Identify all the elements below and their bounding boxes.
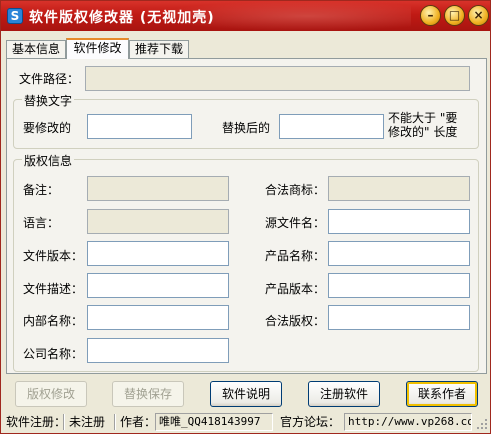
modify-copyright-button[interactable]: 版权修改 — [15, 381, 87, 407]
product-name-label: 产品名称： — [265, 249, 326, 263]
trademark-label: 合法商标： — [265, 183, 326, 197]
file-version-label: 文件版本： — [23, 249, 84, 263]
resize-grip-icon[interactable] — [473, 413, 489, 431]
registration-status: 未注册 — [69, 415, 106, 429]
status-divider — [63, 414, 65, 430]
file-path-label: 文件路径： — [19, 72, 80, 86]
maximize-button[interactable]: □ — [444, 5, 465, 26]
minimize-button[interactable]: – — [420, 5, 441, 26]
window-title: 软件版权修改器 (无视加壳) — [29, 10, 215, 26]
legal-copyright-label: 合法版权： — [265, 314, 326, 328]
registration-label: 软件注册： — [6, 415, 67, 429]
replace-after-label: 替换后的 — [222, 121, 271, 135]
register-button[interactable]: 注册软件 — [308, 381, 380, 407]
original-filename-label: 源文件名： — [265, 216, 326, 230]
language-label: 语言： — [23, 216, 60, 230]
replace-length-note: 不能大于 "要修改的" 长度 — [388, 111, 458, 139]
replace-save-button[interactable]: 替换保存 — [112, 381, 184, 407]
product-name-input[interactable] — [328, 241, 470, 266]
status-bar: 软件注册： 未注册 作者： 唯唯_QQ418143997 官方论坛： http:… — [1, 411, 490, 433]
forum-link[interactable]: http://www.vp268.com. — [344, 413, 472, 431]
file-description-label: 文件描述： — [23, 282, 84, 296]
replace-after-input[interactable] — [279, 114, 384, 139]
copyright-group-title: 版权信息 — [22, 152, 75, 169]
file-description-input[interactable] — [87, 273, 229, 298]
remark-field[interactable] — [87, 176, 229, 201]
language-field[interactable] — [87, 209, 229, 234]
remark-label: 备注： — [23, 183, 60, 197]
author-value: 唯唯_QQ418143997 — [155, 413, 273, 431]
main-window: S 软件版权修改器 (无视加壳) – □ × 基本信息 软件修改 推荐下载 文件… — [0, 0, 491, 434]
status-divider — [114, 414, 116, 430]
replace-text-group-title: 替换文字 — [22, 92, 75, 109]
close-button[interactable]: × — [468, 5, 489, 26]
original-filename-input[interactable] — [328, 209, 470, 234]
product-version-input[interactable] — [328, 273, 470, 298]
product-version-label: 产品版本： — [265, 282, 326, 296]
internal-name-label: 内部名称： — [23, 314, 84, 328]
internal-name-input[interactable] — [87, 305, 229, 330]
app-icon[interactable]: S — [7, 8, 23, 24]
author-label: 作者： — [120, 415, 157, 429]
tab-software-modify[interactable]: 软件修改 — [66, 38, 129, 59]
replace-before-input[interactable] — [87, 114, 192, 139]
forum-label: 官方论坛： — [280, 415, 341, 429]
software-info-button[interactable]: 软件说明 — [210, 381, 282, 407]
contact-author-button[interactable]: 联系作者 — [406, 381, 478, 407]
title-bar[interactable]: S 软件版权修改器 (无视加壳) – □ × — [1, 1, 490, 31]
company-name-label: 公司名称： — [23, 347, 84, 361]
replace-before-label: 要修改的 — [23, 121, 72, 135]
company-name-input[interactable] — [87, 338, 229, 363]
tab-basic-info[interactable]: 基本信息 — [6, 40, 66, 58]
tab-recommended-downloads[interactable]: 推荐下载 — [129, 40, 189, 58]
legal-copyright-input[interactable] — [328, 305, 470, 330]
trademark-field[interactable] — [328, 176, 470, 201]
file-path-field[interactable] — [85, 66, 470, 91]
file-version-input[interactable] — [87, 241, 229, 266]
